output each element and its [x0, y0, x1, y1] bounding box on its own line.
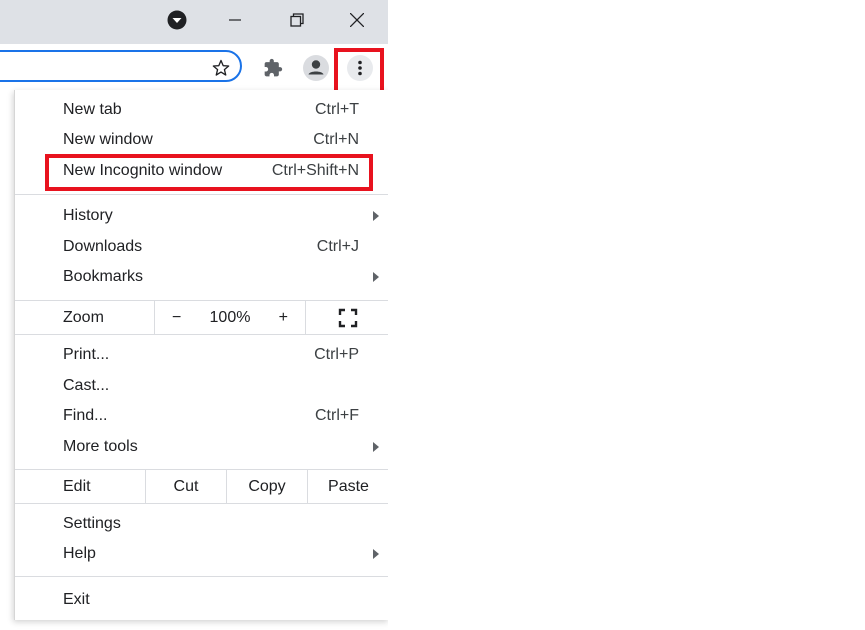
menu-item-settings[interactable]: Settings [15, 509, 388, 539]
menu-item-label: New tab [63, 101, 122, 118]
browser-window: New tab Ctrl+T New window Ctrl+N New Inc… [0, 0, 388, 630]
menu-item-label: Exit [63, 591, 90, 608]
menu-separator [15, 576, 388, 577]
minimize-icon[interactable] [212, 0, 258, 40]
fullscreen-icon [338, 308, 357, 327]
paste-label: Paste [328, 477, 369, 495]
zoom-label: Zoom [63, 308, 104, 326]
menu-item-cast[interactable]: Cast... [15, 371, 388, 401]
menu-separator [15, 503, 388, 504]
submenu-arrow-icon [373, 211, 379, 221]
menu-item-downloads[interactable]: Downloads Ctrl+J [15, 232, 388, 262]
zoom-out-button[interactable]: − [172, 309, 181, 327]
toolbar [0, 44, 388, 90]
menu-item-more-tools[interactable]: More tools [15, 432, 388, 462]
submenu-arrow-icon [373, 272, 379, 282]
menu-item-bookmarks[interactable]: Bookmarks [15, 262, 388, 292]
menu-item-print[interactable]: Print... Ctrl+P [15, 340, 388, 370]
star-outline-icon[interactable] [207, 54, 235, 82]
menu-button-highlight [334, 48, 384, 95]
restore-icon[interactable] [274, 0, 320, 40]
submenu-arrow-icon [373, 442, 379, 452]
edit-label: Edit [63, 477, 91, 495]
menu-item-new-window[interactable]: New window Ctrl+N [15, 125, 388, 155]
puzzle-icon[interactable] [259, 54, 287, 82]
menu-item-shortcut: Ctrl+P [314, 346, 359, 363]
menu-item-new-tab[interactable]: New tab Ctrl+T [15, 95, 388, 125]
incognito-highlight [45, 154, 373, 191]
menu-item-label: More tools [63, 438, 138, 455]
menu-separator [15, 334, 388, 335]
menu-item-shortcut: Ctrl+J [316, 238, 359, 255]
menu-item-label: Bookmarks [63, 268, 144, 285]
paste-button[interactable]: Paste [307, 470, 388, 503]
menu-item-history[interactable]: History [15, 201, 388, 231]
address-bar[interactable] [0, 50, 242, 82]
menu-item-label: Print... [63, 346, 110, 363]
fullscreen-button[interactable] [306, 301, 388, 334]
menu-item-label: Cast... [63, 377, 110, 394]
menu-item-shortcut: Ctrl+T [315, 101, 359, 118]
menu-item-shortcut: Ctrl+N [313, 131, 359, 148]
menu-item-label: History [63, 207, 113, 224]
cut-button[interactable]: Cut [145, 470, 226, 503]
menu-item-help[interactable]: Help [15, 539, 388, 569]
zoom-level-value: 100% [209, 308, 251, 326]
submenu-arrow-icon [373, 549, 379, 559]
cut-label: Cut [173, 477, 199, 495]
close-icon[interactable] [334, 0, 380, 40]
copy-label: Copy [248, 477, 286, 495]
copy-button[interactable]: Copy [226, 470, 307, 503]
menu-item-shortcut: Ctrl+F [315, 407, 359, 424]
menu-item-label: New window [63, 131, 153, 148]
zoom-in-button[interactable]: + [279, 309, 288, 327]
person-icon[interactable] [302, 54, 330, 82]
menu-item-label: Downloads [63, 238, 143, 255]
menu-separator [15, 194, 388, 195]
zoom-controls: − 100% + [154, 301, 306, 334]
menu-item-label: Help [63, 545, 96, 562]
menu-item-exit[interactable]: Exit [15, 585, 388, 615]
menu-row-edit: Edit Cut Copy Paste [15, 470, 388, 503]
menu-item-label: Find... [63, 407, 108, 424]
title-bar [0, 0, 388, 44]
profile-dropdown-icon[interactable] [154, 0, 200, 40]
menu-row-zoom: Zoom − 100% + [15, 301, 388, 334]
menu-item-find[interactable]: Find... Ctrl+F [15, 401, 388, 431]
menu-item-label: Settings [63, 515, 121, 532]
